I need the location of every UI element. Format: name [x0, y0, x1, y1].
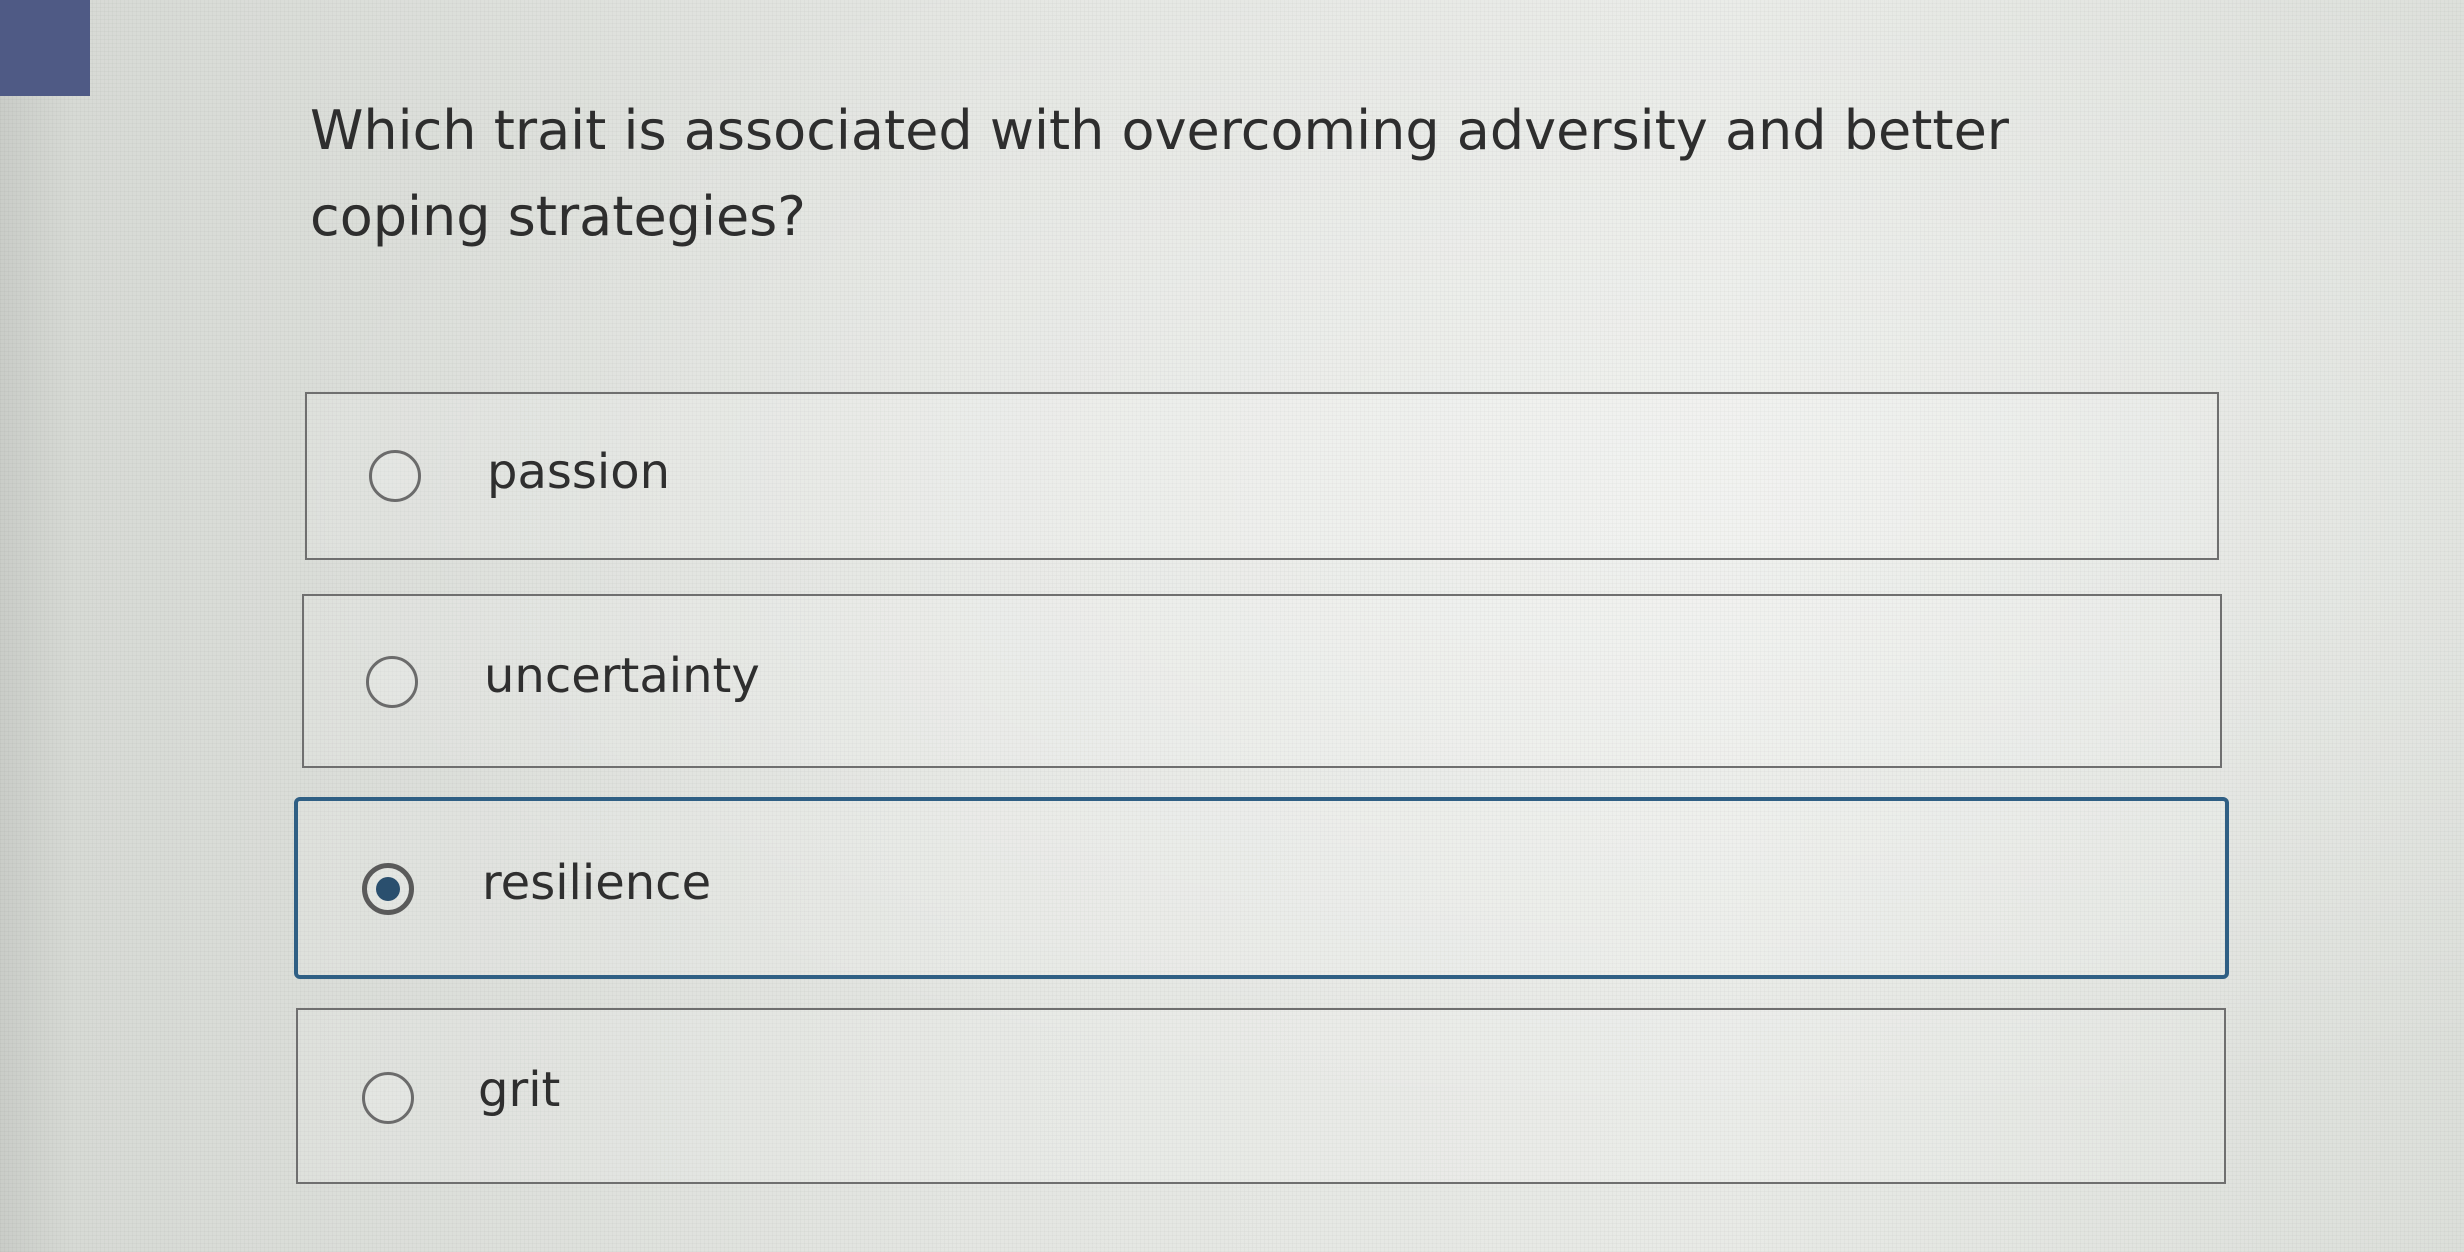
option-label: uncertainty — [484, 648, 760, 704]
option-passion[interactable]: passion — [305, 392, 2219, 560]
option-uncertainty[interactable]: uncertainty — [302, 594, 2222, 768]
option-grit[interactable]: grit — [296, 1008, 2226, 1184]
option-resilience[interactable]: resilience — [294, 797, 2229, 979]
radio-selected-dot — [376, 877, 400, 901]
radio-button-resilience[interactable] — [362, 863, 414, 915]
option-label: resilience — [482, 855, 712, 911]
radio-button-grit[interactable] — [362, 1072, 414, 1124]
radio-button-passion[interactable] — [369, 450, 421, 502]
option-label: passion — [487, 444, 671, 500]
radio-button-uncertainty[interactable] — [366, 656, 418, 708]
option-label: grit — [478, 1062, 561, 1118]
answer-options: passion uncertainty resilience grit — [0, 0, 2464, 1252]
